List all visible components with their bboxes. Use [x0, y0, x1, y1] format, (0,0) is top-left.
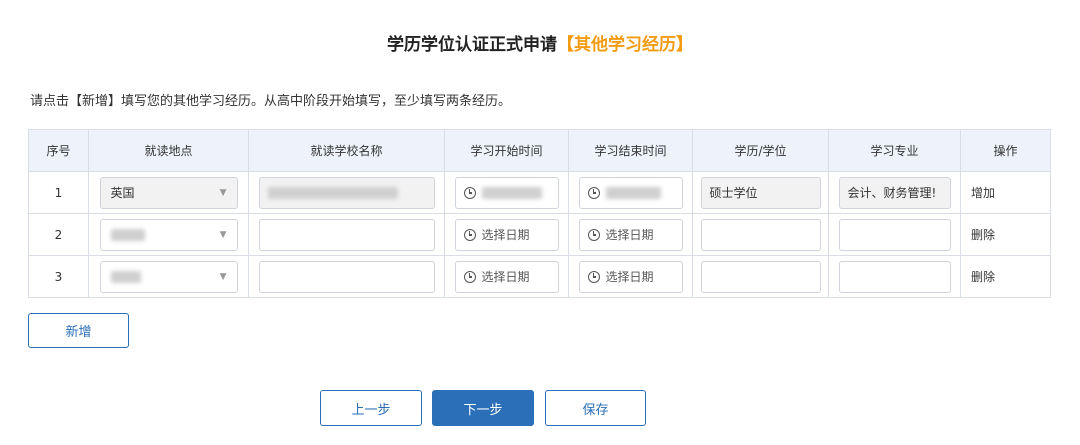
redacted-text — [481, 186, 542, 199]
degree-field[interactable] — [700, 260, 821, 293]
clock-icon — [463, 270, 476, 283]
col-header-start: 学习开始时间 — [444, 129, 569, 172]
col-header-degree: 学历/学位 — [692, 129, 829, 172]
col-header-action: 操作 — [960, 129, 1051, 172]
row-index: 2 — [28, 213, 89, 256]
location-select[interactable]: ▼ — [99, 260, 238, 293]
school-name-field[interactable] — [258, 218, 435, 251]
table-row: 3 ▼ 选择日期 选择日期 删除 — [28, 255, 1051, 298]
title-main: 学历学位认证正式申请 — [387, 35, 557, 55]
study-history-table: 序号 就读地点 就读学校名称 学习开始时间 学习结束时间 学历/学位 学习专业 … — [28, 129, 1051, 298]
previous-step-button[interactable]: 上一步 — [320, 390, 422, 426]
school-name-field[interactable] — [258, 260, 435, 293]
col-header-major: 学习专业 — [828, 129, 961, 172]
end-date-picker[interactable] — [578, 176, 683, 209]
instruction-text: 请点击【新增】填写您的其他学习经历。从高中阶段开始填写，至少填写两条经历。 — [30, 94, 512, 109]
col-header-end: 学习结束时间 — [568, 129, 693, 172]
end-date-picker[interactable]: 选择日期 — [578, 218, 683, 251]
save-button[interactable]: 保存 — [545, 390, 646, 426]
row-index: 1 — [28, 171, 89, 214]
title-subtitle: 【其他学习经历】 — [557, 35, 693, 55]
clock-icon — [587, 228, 600, 241]
chevron-down-icon: ▼ — [219, 187, 227, 198]
clock-icon — [587, 270, 600, 283]
end-date-placeholder: 选择日期 — [605, 227, 654, 242]
chevron-down-icon: ▼ — [219, 229, 227, 240]
location-value: 英国 — [110, 186, 135, 200]
add-experience-button[interactable]: 新增 — [28, 313, 129, 348]
clock-icon — [463, 228, 476, 241]
location-select[interactable]: 英国 ▼ — [99, 176, 238, 209]
page-title: 学历学位认证正式申请【其他学习经历】 — [0, 30, 1080, 55]
chevron-down-icon: ▼ — [219, 271, 227, 282]
table-row: 1 英国 ▼ 硕士学位 会计、财务管理! 增加 — [28, 171, 1051, 214]
table-header-row: 序号 就读地点 就读学校名称 学习开始时间 学习结束时间 学历/学位 学习专业 … — [28, 129, 1051, 172]
clock-icon — [463, 186, 476, 199]
table-row: 2 ▼ 选择日期 选择日期 删除 — [28, 213, 1051, 256]
start-date-placeholder: 选择日期 — [481, 269, 530, 284]
row-index: 3 — [28, 255, 89, 298]
start-date-picker[interactable] — [454, 176, 559, 209]
next-step-button[interactable]: 下一步 — [432, 390, 534, 426]
degree-field[interactable] — [700, 218, 821, 251]
add-row-link[interactable]: 增加 — [971, 186, 995, 200]
col-header-location: 就读地点 — [88, 129, 249, 172]
redacted-text — [267, 187, 398, 199]
degree-field[interactable]: 硕士学位 — [700, 176, 821, 209]
redacted-text — [605, 186, 661, 199]
col-header-index: 序号 — [28, 129, 89, 172]
major-field[interactable] — [838, 218, 951, 251]
start-date-placeholder: 选择日期 — [481, 227, 530, 242]
major-field[interactable] — [838, 260, 951, 293]
delete-row-link[interactable]: 删除 — [971, 228, 995, 242]
location-select[interactable]: ▼ — [99, 218, 238, 251]
redacted-text — [110, 270, 141, 283]
col-header-school: 就读学校名称 — [248, 129, 445, 172]
delete-row-link[interactable]: 删除 — [971, 270, 995, 284]
clock-icon — [587, 186, 600, 199]
major-field[interactable]: 会计、财务管理! — [838, 176, 951, 209]
start-date-picker[interactable]: 选择日期 — [454, 218, 559, 251]
redacted-text — [110, 228, 145, 241]
end-date-picker[interactable]: 选择日期 — [578, 260, 683, 293]
end-date-placeholder: 选择日期 — [605, 269, 654, 284]
school-name-field[interactable] — [258, 176, 435, 209]
start-date-picker[interactable]: 选择日期 — [454, 260, 559, 293]
